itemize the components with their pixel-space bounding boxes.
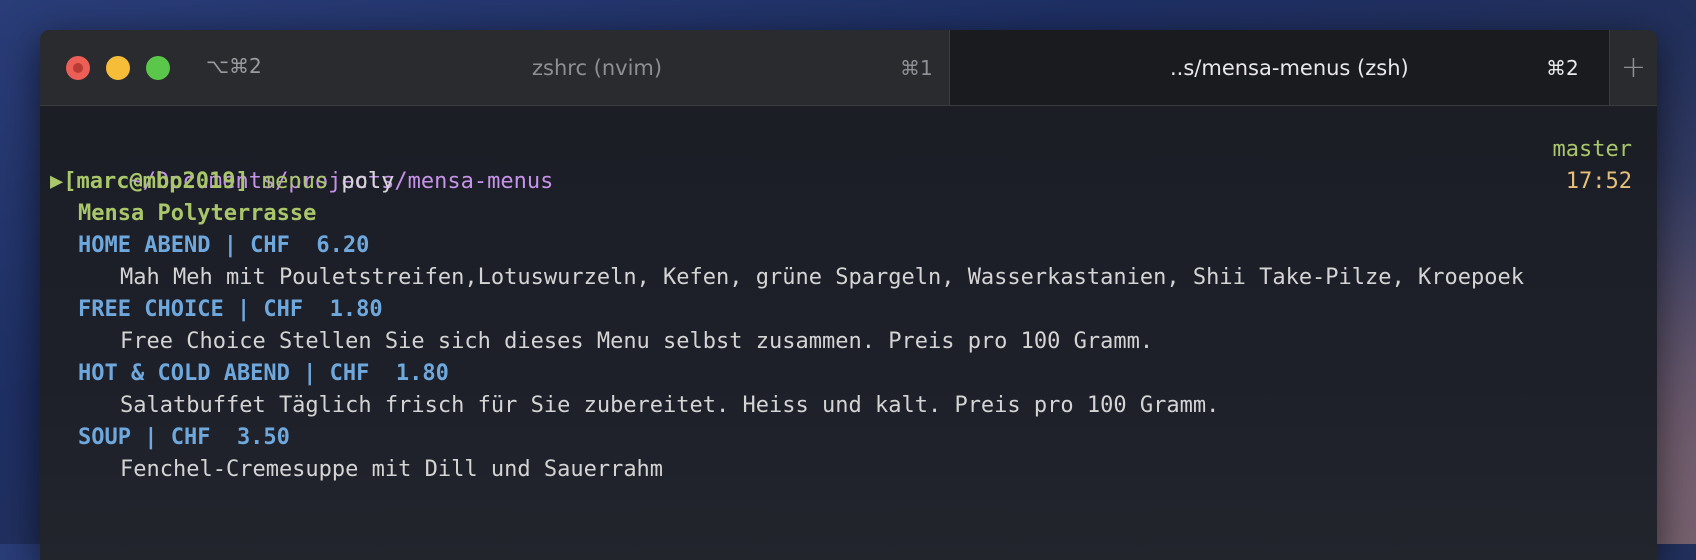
terminal-window: zshrc (nvim) ⌘1 ..s/mensa-menus (zsh) ⌘2…: [40, 30, 1657, 560]
minimize-button[interactable]: [106, 56, 130, 80]
tab-shortcut: ⌘2: [1546, 55, 1579, 80]
tab-title: ..s/mensa-menus (zsh): [1170, 55, 1409, 80]
command-argument: poly: [341, 169, 395, 194]
title-bar: zshrc (nvim) ⌘1 ..s/mensa-menus (zsh) ⌘2…: [40, 30, 1657, 106]
menu-heading: SOUP | CHF 3.50: [78, 425, 290, 450]
tab-shortcut: ⌘1: [900, 55, 933, 80]
git-branch: master: [1552, 137, 1632, 162]
terminal-output[interactable]: ~/Documents/projects/mensa-menus master …: [40, 106, 1657, 560]
prompt-arrow-icon: ▶: [50, 169, 64, 194]
tab-mensa-menus[interactable]: ..s/mensa-menus (zsh) ⌘2: [950, 30, 1610, 105]
menu-description: Fenchel-Cremesuppe mit Dill und Sauerrah…: [120, 457, 664, 482]
menu-heading: FREE CHOICE | CHF 1.80: [78, 297, 383, 322]
maximize-button[interactable]: [146, 56, 170, 80]
new-tab-button[interactable]: +: [1610, 30, 1657, 105]
close-button[interactable]: [66, 56, 90, 80]
menu-heading: HOME ABEND | CHF 6.20: [78, 233, 370, 258]
prompt-user: [marc@mbp2019]: [63, 169, 249, 194]
tab-zshrc[interactable]: zshrc (nvim) ⌘1: [40, 30, 950, 105]
prompt-line: ▶[marc@mbp2019] menus poly: [50, 166, 394, 198]
prompt-time: 17:52: [1565, 169, 1632, 194]
menu-description: Salatbuffet Täglich frisch für Sie zuber…: [120, 393, 1220, 418]
menu-description: Mah Meh mit Pouletstreifen,Lotuswurzeln,…: [120, 265, 1524, 290]
menu-description: Free Choice Stellen Sie sich dieses Menu…: [120, 329, 1154, 354]
window-shortcut: ⌥⌘2: [206, 54, 262, 78]
tab-title: zshrc (nvim): [532, 55, 663, 80]
command: menus: [261, 169, 329, 194]
menu-heading: HOT & COLD ABEND | CHF 1.80: [78, 361, 449, 386]
mensa-title: Mensa Polyterrasse: [78, 201, 317, 226]
